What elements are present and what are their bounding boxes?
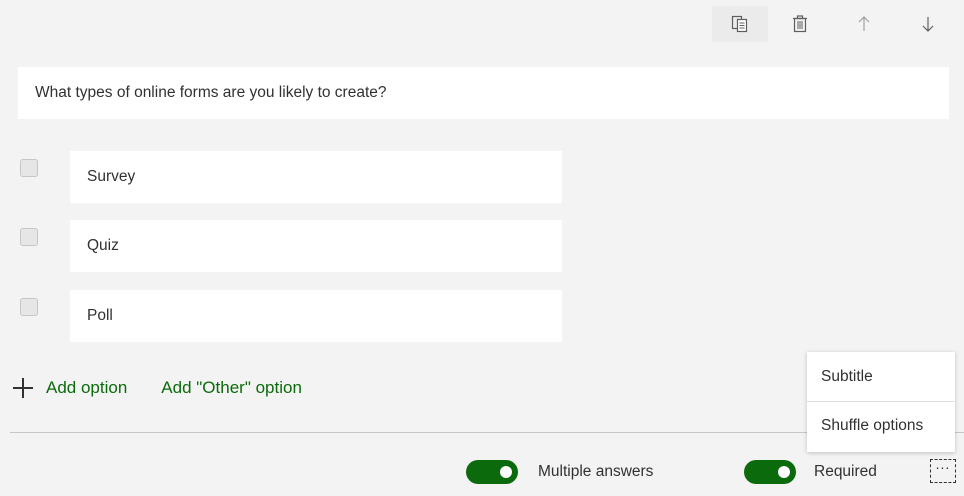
move-up-icon: [854, 14, 874, 34]
option-checkbox[interactable]: [20, 228, 38, 246]
add-other-option-link[interactable]: Add "Other" option: [161, 378, 302, 398]
option-row: Poll: [18, 290, 563, 342]
menu-item-shuffle-options[interactable]: Shuffle options: [807, 401, 955, 450]
move-down-button[interactable]: [896, 6, 960, 42]
multiple-answers-toggle[interactable]: [466, 460, 518, 484]
required-label: Required: [814, 463, 877, 480]
copy-question-button[interactable]: [712, 6, 768, 42]
more-settings-button[interactable]: ...: [930, 456, 956, 483]
multiple-answers-label: Multiple answers: [538, 463, 654, 480]
option-row: Quiz: [18, 220, 563, 272]
move-down-icon: [918, 14, 938, 34]
question-title-input[interactable]: What types of online forms are you likel…: [18, 67, 949, 119]
copy-icon: [730, 14, 750, 34]
option-input[interactable]: Survey: [70, 151, 562, 203]
question-toolbar: [712, 6, 960, 42]
option-checkbox[interactable]: [20, 298, 38, 316]
plus-icon[interactable]: [12, 377, 34, 399]
delete-question-button[interactable]: [768, 6, 832, 42]
option-row: Survey: [18, 151, 563, 203]
more-settings-menu: Subtitle Shuffle options: [807, 352, 955, 452]
menu-item-subtitle[interactable]: Subtitle: [807, 352, 955, 401]
toggle-knob: [778, 466, 790, 478]
required-toggle[interactable]: [744, 460, 796, 484]
option-input[interactable]: Quiz: [70, 220, 562, 272]
add-options-row: Add option Add "Other" option: [12, 374, 302, 402]
option-checkbox[interactable]: [20, 159, 38, 177]
required-group: Required: [744, 460, 877, 484]
option-input[interactable]: Poll: [70, 290, 562, 342]
multiple-answers-group: Multiple answers: [466, 460, 653, 484]
toggle-knob: [500, 466, 512, 478]
more-icon: ...: [935, 456, 951, 472]
move-up-button[interactable]: [832, 6, 896, 42]
delete-icon: [790, 14, 810, 34]
add-option-link[interactable]: Add option: [46, 378, 127, 398]
